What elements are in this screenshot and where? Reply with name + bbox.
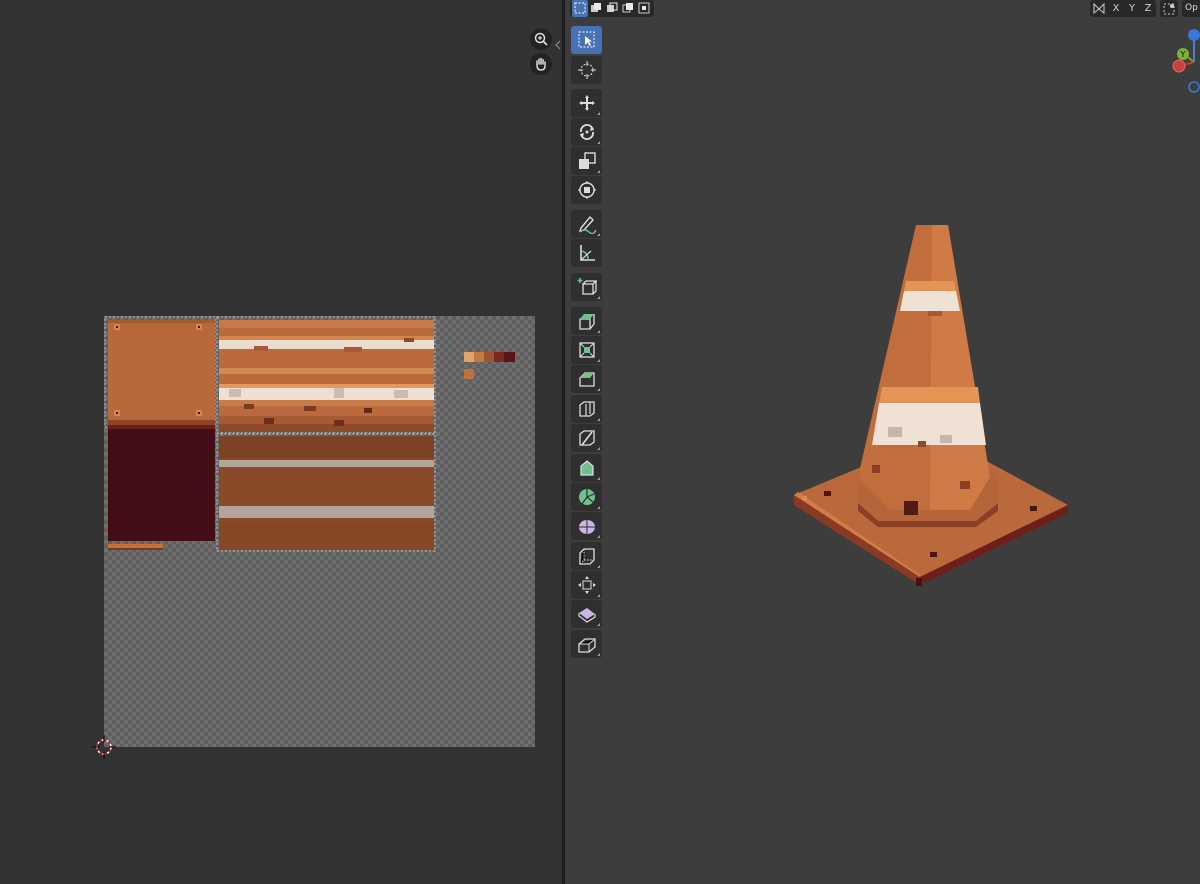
- tool-bevel[interactable]: [571, 365, 602, 393]
- zoom-icon[interactable]: [530, 28, 552, 50]
- tool-poly-build[interactable]: [571, 454, 602, 482]
- tool-annotate[interactable]: [571, 210, 602, 238]
- select-extend-icon[interactable]: [588, 0, 604, 17]
- mirror-axis-group: X Y Z: [1090, 0, 1156, 17]
- snap-options-icon[interactable]: [1160, 0, 1178, 17]
- tool-measure[interactable]: [571, 239, 602, 267]
- uv-texture-image[interactable]: [104, 316, 535, 747]
- 2d-cursor-icon[interactable]: [90, 733, 118, 761]
- tool-inset-faces[interactable]: [571, 336, 602, 364]
- axis-y-toggle[interactable]: Y: [1124, 0, 1140, 17]
- select-subtract-icon[interactable]: [604, 0, 620, 17]
- uv-image-editor[interactable]: [0, 0, 562, 884]
- tool-cursor[interactable]: [571, 56, 602, 84]
- tool-extrude-region[interactable]: [571, 307, 602, 335]
- tool-transform[interactable]: [571, 176, 602, 204]
- tool-scale[interactable]: [571, 147, 602, 175]
- tool-smooth[interactable]: [571, 512, 602, 540]
- tool-shear[interactable]: [571, 600, 602, 628]
- pan-hand-icon[interactable]: [530, 53, 552, 75]
- axis-x-toggle[interactable]: X: [1108, 0, 1124, 17]
- tool-move[interactable]: [571, 89, 602, 117]
- tool-shrink-fatten[interactable]: [571, 571, 602, 599]
- select-box-new-icon[interactable]: [572, 0, 588, 17]
- traffic-cone-model[interactable]: [780, 215, 1080, 595]
- sidebar-toggle-icon[interactable]: [555, 40, 561, 50]
- tool-rip-region[interactable]: [571, 630, 602, 658]
- tool-select-box[interactable]: [571, 26, 602, 54]
- tool-knife[interactable]: [571, 424, 602, 452]
- tool-rotate[interactable]: [571, 118, 602, 146]
- axis-z-toggle[interactable]: Z: [1140, 0, 1156, 17]
- butterfly-mirror-icon[interactable]: [1090, 0, 1108, 17]
- gizmo-y-label: Y: [1180, 50, 1186, 59]
- tool-spin[interactable]: [571, 483, 602, 511]
- tool-edge-slide[interactable]: [571, 542, 602, 570]
- select-intersect-icon[interactable]: [636, 0, 652, 17]
- tool-loop-cut[interactable]: [571, 395, 602, 423]
- options-button[interactable]: Op: [1182, 0, 1200, 17]
- navigation-gizmo[interactable]: Y: [1168, 24, 1200, 94]
- select-invert-icon[interactable]: [620, 0, 636, 17]
- tool-add-cube[interactable]: [571, 273, 602, 301]
- selection-mode-group: [570, 0, 654, 17]
